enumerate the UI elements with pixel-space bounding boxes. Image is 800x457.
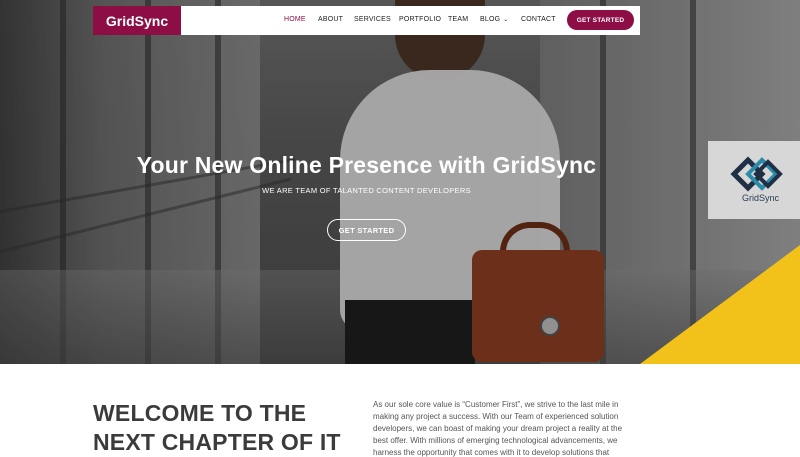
nav-about[interactable]: ABOUT xyxy=(318,16,343,23)
nav-services[interactable]: SERVICES xyxy=(354,16,391,23)
hero-accent-shape xyxy=(640,245,800,364)
nav-home[interactable]: HOME xyxy=(284,16,306,23)
chevron-down-icon: ⌄ xyxy=(503,17,509,23)
nav-team[interactable]: TEAM xyxy=(448,16,468,23)
nav-portfolio[interactable]: PORTFOLIO xyxy=(399,16,441,23)
hero-get-started-button[interactable]: GET STARTED xyxy=(327,219,406,241)
welcome-heading-line: WELCOME TO THE xyxy=(93,400,307,426)
nav-contact[interactable]: CONTACT xyxy=(521,16,556,23)
nav-blog[interactable]: BLOG ⌄ xyxy=(480,16,509,23)
brand-logo[interactable]: GridSync xyxy=(93,6,181,35)
top-navbar: GridSync HOME ABOUT SERVICES PORTFOLIO T… xyxy=(93,6,640,35)
welcome-heading: WELCOME TO THE NEXT CHAPTER OF IT xyxy=(93,399,353,457)
gridsync-logo-icon xyxy=(730,156,783,192)
watermark-text: GridSync xyxy=(742,193,780,203)
hero-subtitle: WE ARE TEAM OF TALANTED CONTENT DEVELOPE… xyxy=(262,186,471,195)
nav-blog-label: BLOG xyxy=(480,16,501,23)
nav-get-started-button[interactable]: GET STARTED xyxy=(567,10,634,30)
hero-title: Your New Online Presence with GridSync xyxy=(136,152,597,178)
hero-section: GridSync Your New Online Presence with G… xyxy=(0,0,800,364)
welcome-heading-line: NEXT CHAPTER OF IT xyxy=(93,429,341,455)
about-paragraph: As our sole core value is “Customer Firs… xyxy=(373,400,623,457)
